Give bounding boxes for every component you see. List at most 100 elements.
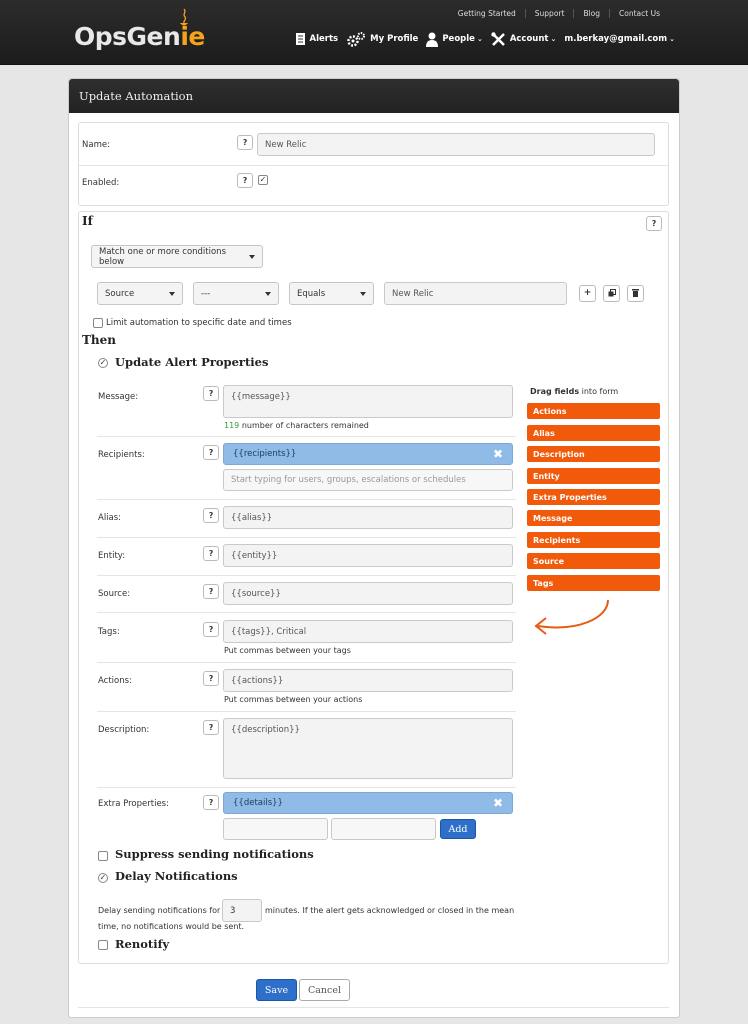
renotify-label: Renotify xyxy=(115,937,170,951)
tools-icon xyxy=(491,31,505,46)
source-help-button[interactable]: ? xyxy=(203,584,219,599)
source-input[interactable]: {{source}} xyxy=(223,582,513,605)
alias-input[interactable]: {{alias}} xyxy=(223,506,513,529)
cancel-button[interactable]: Cancel xyxy=(299,979,350,1001)
description-label: Description: xyxy=(98,725,150,735)
extra-properties-tag[interactable]: {{details}} ✖ xyxy=(223,792,513,814)
link-blog[interactable]: Blog xyxy=(573,9,609,18)
message-label: Message: xyxy=(98,392,139,402)
alias-label: Alias: xyxy=(98,513,122,523)
match-conditions-value: Match one or more conditions below xyxy=(99,246,227,267)
drag-field-source[interactable]: Source xyxy=(527,553,660,569)
main-nav: Alerts My Profile People ⌄ Account ⌄ m.ber… xyxy=(287,31,675,47)
link-contact-us[interactable]: Contact Us xyxy=(609,9,669,18)
delay-minutes-input[interactable]: 3 xyxy=(222,899,262,922)
renotify-checkbox[interactable] xyxy=(98,940,108,950)
chevron-down-icon: ⌄ xyxy=(476,35,483,43)
divider xyxy=(97,436,516,437)
chevron-down-icon: ⌄ xyxy=(550,35,557,43)
remove-tag-icon[interactable]: ✖ xyxy=(493,447,503,461)
message-help-button[interactable]: ? xyxy=(203,386,219,401)
user-email: m.berkay@gmail.com xyxy=(564,34,668,44)
name-input[interactable]: New Relic xyxy=(257,133,655,156)
chevron-down-icon: ⌄ xyxy=(669,35,675,43)
extra-key-input[interactable] xyxy=(223,818,328,840)
condition-value-input[interactable]: New Relic xyxy=(384,282,567,305)
actions-label: Actions: xyxy=(98,676,132,686)
recipients-help-button[interactable]: ? xyxy=(203,445,219,460)
nav-people[interactable]: People ⌄ xyxy=(426,32,483,47)
recipients-input[interactable]: Start typing for users, groups, escalati… xyxy=(223,469,513,491)
entity-input[interactable]: {{entity}} xyxy=(223,544,513,567)
message-textarea[interactable]: {{message}} xyxy=(223,385,513,418)
suppress-notifications-checkbox[interactable] xyxy=(98,851,108,861)
description-textarea[interactable]: {{description}} xyxy=(223,718,513,779)
enabled-checkbox[interactable]: ✓ xyxy=(258,175,268,185)
if-heading: If xyxy=(82,214,93,228)
match-conditions-select[interactable]: Match one or more conditions below xyxy=(91,245,263,268)
dropdown-arrow-icon xyxy=(169,291,175,296)
if-help-button[interactable]: ? xyxy=(646,216,662,231)
delay-notifications-label: Delay Notifications xyxy=(115,869,238,883)
actions-input[interactable]: {{actions}} xyxy=(223,669,513,692)
add-extra-property-button[interactable]: Add xyxy=(440,819,476,839)
save-button[interactable]: Save xyxy=(256,979,297,1001)
update-alert-properties-checkbox[interactable]: ✓ xyxy=(98,358,108,368)
description-help-button[interactable]: ? xyxy=(203,720,219,735)
extra-properties-label: Extra Properties: xyxy=(98,799,169,809)
nav-user-menu[interactable]: m.berkay@gmail.com ⌄ xyxy=(564,34,675,44)
nav-alerts[interactable]: Alerts xyxy=(295,32,338,46)
delete-condition-button[interactable] xyxy=(627,285,644,302)
remove-tag-icon[interactable]: ✖ xyxy=(493,796,503,810)
person-icon xyxy=(426,32,439,47)
copy-icon xyxy=(608,289,616,297)
limit-automation-label: Limit automation to specific date and ti… xyxy=(106,318,292,328)
condition-not-value: --- xyxy=(201,288,211,299)
condition-not-select[interactable]: --- xyxy=(193,282,279,305)
drag-field-alias[interactable]: Alias xyxy=(527,425,660,441)
logo-text: OpsGen xyxy=(74,22,181,51)
nav-my-profile[interactable]: My Profile xyxy=(346,31,418,47)
extra-properties-tag-label: {{details}} xyxy=(233,798,283,808)
tags-input[interactable]: {{tags}}, Critical xyxy=(223,620,513,643)
drag-field-description[interactable]: Description xyxy=(527,446,660,462)
gears-icon xyxy=(347,32,366,47)
add-condition-button[interactable]: + xyxy=(579,285,596,302)
entity-help-button[interactable]: ? xyxy=(203,546,219,561)
divider xyxy=(97,612,516,613)
condition-operator-select[interactable]: Equals xyxy=(289,282,374,305)
limit-automation-checkbox[interactable] xyxy=(93,318,103,328)
enabled-help-button[interactable]: ? xyxy=(237,173,253,188)
top-links: Getting Started Support Blog Contact Us xyxy=(449,9,669,18)
nav-account[interactable]: Account ⌄ xyxy=(491,31,557,47)
drag-field-recipients[interactable]: Recipients xyxy=(527,532,660,548)
tags-help-button[interactable]: ? xyxy=(203,622,219,637)
alias-help-button[interactable]: ? xyxy=(203,508,219,523)
drag-field-entity[interactable]: Entity xyxy=(527,468,660,484)
extra-properties-help-button[interactable]: ? xyxy=(203,795,219,810)
footer-divider xyxy=(78,1007,669,1008)
delay-text-start: Delay sending notifications for xyxy=(98,906,221,915)
drag-fields-title-rest: into form xyxy=(579,387,619,396)
link-support[interactable]: Support xyxy=(524,9,574,18)
name-help-button[interactable]: ? xyxy=(237,135,253,150)
extra-value-input[interactable] xyxy=(331,818,436,840)
drag-field-actions[interactable]: Actions xyxy=(527,403,660,419)
recipients-tag[interactable]: {{recipients}} ✖ xyxy=(223,443,513,465)
genie-lamp-icon xyxy=(180,8,188,26)
condition-field-select[interactable]: Source xyxy=(97,282,183,305)
copy-condition-button[interactable] xyxy=(603,285,620,302)
drag-field-tags[interactable]: Tags xyxy=(527,575,660,591)
entity-label: Entity: xyxy=(98,551,126,561)
divider xyxy=(97,575,516,576)
link-getting-started[interactable]: Getting Started xyxy=(449,9,525,18)
panel-title: Update Automation xyxy=(69,79,679,113)
message-character-count: 119 number of characters remained xyxy=(224,421,369,430)
drag-fields-title: Drag fields into form xyxy=(530,387,618,396)
drag-field-message[interactable]: Message xyxy=(527,510,660,526)
source-label: Source: xyxy=(98,589,131,599)
divider xyxy=(97,787,516,788)
drag-field-extra-properties[interactable]: Extra Properties xyxy=(527,489,660,505)
delay-notifications-checkbox[interactable]: ✓ xyxy=(98,873,108,883)
actions-help-button[interactable]: ? xyxy=(203,671,219,686)
